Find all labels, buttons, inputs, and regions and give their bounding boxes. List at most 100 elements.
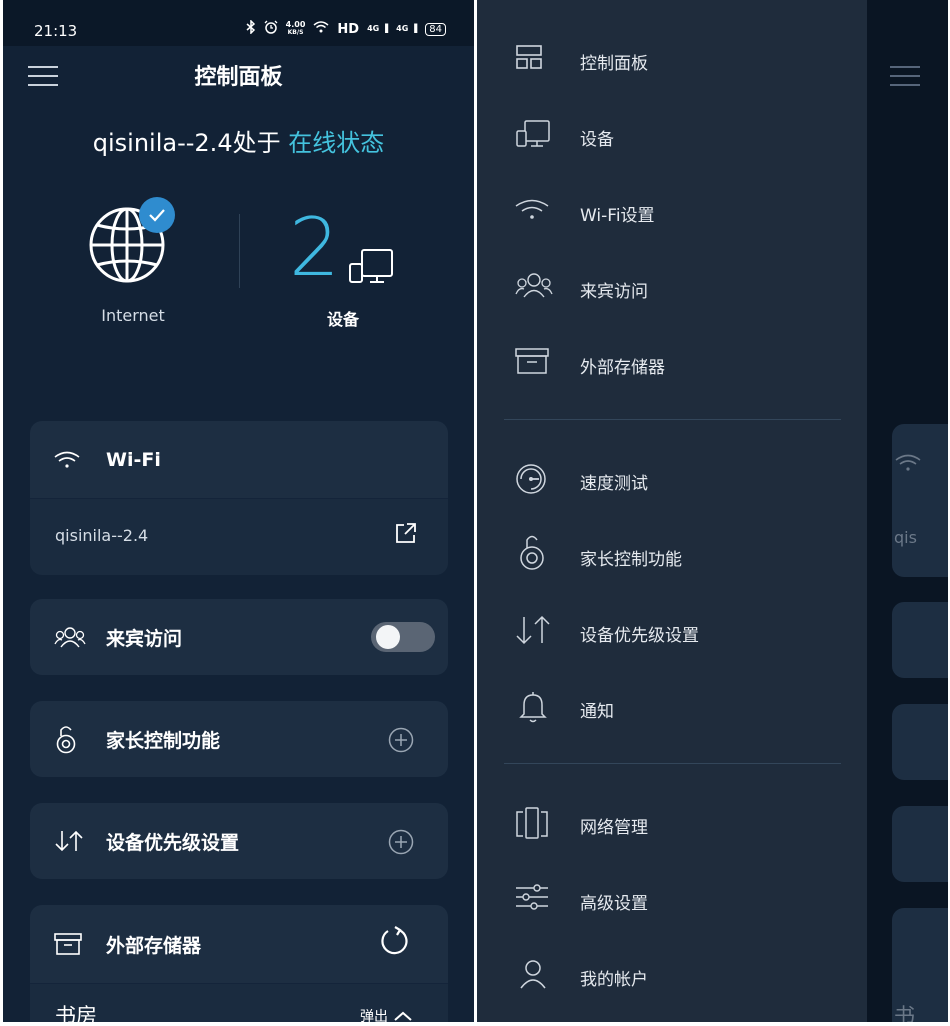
parental-controls-card[interactable]: 家长控制功能 — [30, 701, 448, 777]
wifi-icon — [515, 199, 549, 219]
menu-label: 我的帐户 — [580, 970, 648, 990]
menu-item-network-admin[interactable]: 网络管理 — [477, 793, 867, 853]
menu-item-dashboard[interactable]: 控制面板 — [477, 29, 867, 89]
net-speed: 4.00 KB/S — [285, 20, 306, 37]
menu-label: 外部存储器 — [580, 358, 665, 378]
external-link-icon[interactable] — [394, 521, 418, 545]
wifi-card-peek: qis — [892, 424, 948, 577]
guest-access-card[interactable]: 来宾访问 — [30, 599, 448, 675]
internet-label: Internet — [101, 306, 165, 325]
add-circle-icon[interactable] — [388, 829, 414, 855]
menu-label: 来宾访问 — [580, 282, 648, 302]
network-status: qisinila--2.4处于 在线状态 — [3, 123, 474, 158]
storage-box-icon — [54, 933, 82, 955]
external-storage-title: 外部存储器 — [106, 935, 202, 957]
alarm-icon — [264, 20, 278, 38]
devices-icon — [349, 249, 393, 283]
storage-room-label: 书房 — [55, 1004, 97, 1022]
dashboard-icon — [516, 45, 542, 69]
menu-item-speed-test[interactable]: 速度测试 — [477, 449, 867, 509]
bluetooth-icon — [246, 19, 256, 38]
check-badge-icon — [139, 197, 175, 233]
wifi-card-title: Wi-Fi — [106, 449, 161, 471]
bell-icon — [519, 692, 547, 723]
wifi-card: Wi-Fi qisinila--2.4 — [30, 421, 448, 575]
internet-status-button[interactable] — [89, 197, 179, 287]
drawer-scrim[interactable]: qis 书 — [867, 0, 948, 1022]
menu-divider — [504, 419, 841, 420]
signal-bars-icon: ▐ — [411, 24, 418, 33]
guests-icon — [54, 627, 86, 648]
menu-item-advanced-settings[interactable]: 高级设置 — [477, 869, 867, 929]
wifi-status-icon — [313, 21, 329, 37]
menu-label: 高级设置 — [580, 894, 648, 914]
device-priority-title: 设备优先级设置 — [106, 832, 240, 854]
parental-lock-icon — [56, 726, 76, 754]
dashboard-screen: 21:13 4.00 KB/S HD 4G ▐ 4G ▐ 84 控制面板 qis… — [3, 0, 474, 1022]
menu-label: 速度测试 — [580, 474, 648, 494]
status-icons: 4.00 KB/S HD 4G ▐ 4G ▐ 84 — [246, 19, 446, 38]
parental-controls-title: 家长控制功能 — [106, 730, 221, 752]
menu-label: 网络管理 — [580, 818, 648, 838]
storage-box-icon — [515, 348, 549, 374]
menu-item-guest-access[interactable]: 来宾访问 — [477, 257, 867, 317]
wifi-icon — [54, 451, 80, 468]
stats-divider — [239, 214, 240, 288]
guest-access-toggle[interactable] — [371, 622, 435, 652]
speedometer-icon — [516, 464, 546, 494]
add-circle-icon[interactable] — [388, 727, 414, 753]
page-title: 控制面板 — [194, 65, 283, 90]
wifi-network-row[interactable]: qisinila--2.4 — [30, 498, 448, 575]
device-priority-card[interactable]: 设备优先级设置 — [30, 803, 448, 879]
drawer-screen: qis 书 控制面板 设备 Wi-Fi设置 来宾访问 外部存储器 速度测试 家长… — [477, 0, 948, 1022]
wifi-icon — [895, 454, 921, 471]
hd-indicator: HD — [337, 21, 360, 37]
menu-item-parental-controls[interactable]: 家长控制功能 — [477, 525, 867, 585]
chevron-up-icon — [394, 1011, 412, 1021]
menu-divider — [504, 763, 841, 764]
menu-item-devices[interactable]: 设备 — [477, 105, 867, 165]
menu-item-wifi-settings[interactable]: Wi-Fi设置 — [477, 181, 867, 241]
eject-button[interactable]: 弹出 — [360, 1006, 412, 1022]
storage-device-row: 书房 弹出 — [30, 983, 448, 1022]
priority-card-peek — [892, 806, 948, 882]
menu-item-external-storage[interactable]: 外部存储器 — [477, 333, 867, 393]
signal-bars-icon: ▐ — [382, 24, 389, 33]
network-admin-icon — [516, 807, 548, 839]
eject-label: 弹出 — [360, 1009, 388, 1022]
guest-access-title: 来宾访问 — [106, 628, 183, 650]
menu-item-device-priority[interactable]: 设备优先级设置 — [477, 601, 867, 661]
room-peek: 书 — [894, 1004, 915, 1022]
external-storage-card: 外部存储器 书房 弹出 — [30, 905, 448, 1022]
guests-icon — [515, 273, 553, 298]
priority-arrows-icon — [55, 830, 83, 852]
network-status-prefix: qisinila--2.4处于 — [92, 129, 289, 157]
menu-label: 设备优先级设置 — [580, 626, 699, 646]
refresh-icon[interactable] — [378, 925, 410, 957]
menu-item-my-account[interactable]: 我的帐户 — [477, 945, 867, 1005]
devices-label: 设备 — [326, 310, 359, 329]
navigation-drawer: 控制面板 设备 Wi-Fi设置 来宾访问 外部存储器 速度测试 家长控制功能 设… — [477, 0, 867, 1022]
network-status-state: 在线状态 — [288, 129, 385, 157]
account-icon — [520, 960, 546, 989]
external-storage-header[interactable]: 外部存储器 — [30, 905, 448, 983]
hamburger-menu-icon — [890, 66, 920, 86]
wifi-ssid: qisinila--2.4 — [55, 526, 149, 545]
priority-arrows-icon — [516, 615, 550, 645]
device-count: 2 — [289, 201, 340, 294]
menu-label: 设备 — [580, 130, 614, 150]
wifi-card-header[interactable]: Wi-Fi — [30, 445, 448, 475]
menu-label: 通知 — [580, 702, 614, 722]
sliders-icon — [516, 884, 548, 910]
guest-card-peek — [892, 602, 948, 678]
parental-lock-icon — [520, 535, 544, 570]
ssid-peek: qis — [894, 528, 917, 547]
storage-card-peek: 书 — [892, 908, 948, 1022]
menu-item-notifications[interactable]: 通知 — [477, 677, 867, 737]
toggle-knob — [376, 625, 400, 649]
menu-label: 控制面板 — [580, 54, 648, 74]
signal-2: 4G ▐ — [396, 24, 418, 33]
parental-card-peek — [892, 704, 948, 780]
signal-1: 4G ▐ — [367, 24, 389, 33]
devices-icon — [516, 120, 550, 147]
